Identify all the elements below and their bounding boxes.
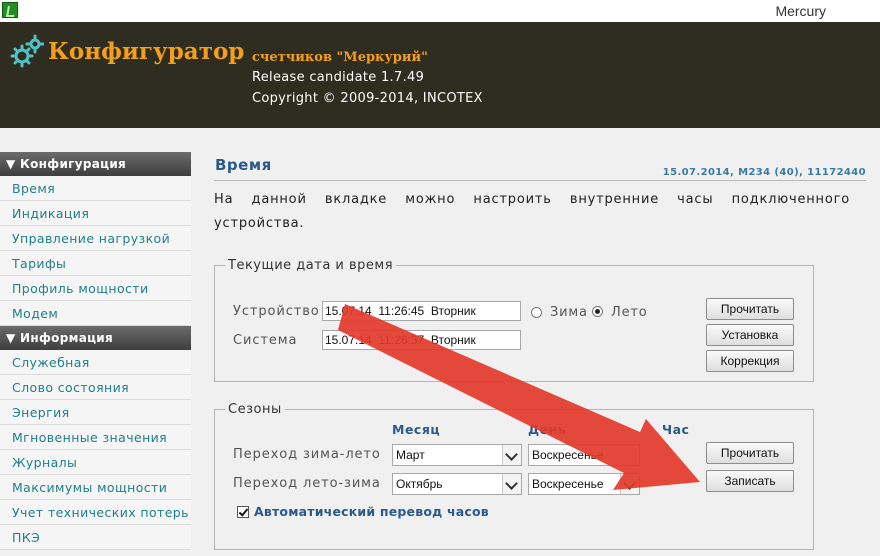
winter-summer-month-select[interactable]: Март <box>392 444 522 466</box>
device-label: Устройство <box>233 304 320 319</box>
summer-winter-day-select[interactable]: Воскресенье <box>528 473 640 495</box>
read-time-button[interactable]: Прочитать <box>706 298 794 320</box>
app-title: Конфигуратор <box>48 38 245 65</box>
auto-dst-checkbox[interactable] <box>237 506 249 518</box>
sidebar-item-power-maximums[interactable]: Максимумы мощности <box>0 475 191 500</box>
device-meta: 15.07.2014, M234 (40), 11172440 <box>662 167 866 178</box>
column-month: Месяц <box>392 422 441 437</box>
sidebar-item-modem[interactable]: Модем <box>0 301 191 326</box>
app-icon[interactable] <box>2 2 18 18</box>
sidebar-item-pke[interactable]: ПКЭ <box>0 525 191 550</box>
sidebar-item-instant-values[interactable]: Мгновенные значения <box>0 425 191 450</box>
sidebar-item-service[interactable]: Служебная <box>0 350 191 375</box>
sidebar-item-power-profile[interactable]: Профиль мощности <box>0 276 191 301</box>
gears-icon <box>10 34 44 68</box>
release-text: Release candidate 1.7.49 <box>252 70 425 85</box>
column-hour: Час <box>662 422 690 437</box>
chevron-down-icon[interactable] <box>502 474 521 494</box>
sidebar-item-journals[interactable]: Журналы <box>0 450 191 475</box>
column-day: День <box>528 422 567 437</box>
summer-winter-day-value: Воскресенье <box>532 477 604 491</box>
current-datetime-legend: Текущие дата и время <box>228 258 394 273</box>
app-subtitle: счетчиков "Меркурий" <box>252 50 428 65</box>
radio-winter-label: Зима <box>550 305 588 320</box>
chevron-down-icon[interactable] <box>620 474 639 494</box>
read-seasons-button[interactable]: Прочитать <box>706 442 794 464</box>
radio-winter[interactable] <box>531 307 542 318</box>
summer-winter-month-select[interactable]: Октябрь <box>392 473 522 495</box>
page-description: На данной вкладке можно настроить внутре… <box>214 192 850 231</box>
set-time-button[interactable]: Установка <box>706 324 794 346</box>
winter-summer-day-value: Воскресенье <box>532 448 604 462</box>
sidebar-item-indication[interactable]: Индикация <box>0 201 191 226</box>
radio-summer[interactable] <box>592 306 603 317</box>
sidebar-item-status-word[interactable]: Слово состояния <box>0 375 191 400</box>
radio-summer-label: Лето <box>611 305 648 320</box>
winter-summer-label: Переход зима-лето <box>233 447 381 462</box>
sidebar-item-energy[interactable]: Энергия <box>0 400 191 425</box>
sidebar-section-configuration[interactable]: ▼ Конфигурация <box>0 152 191 176</box>
title-divider <box>214 180 866 181</box>
sidebar-item-load-control[interactable]: Управление нагрузкой <box>0 226 191 251</box>
window-title: Mercury <box>775 3 826 19</box>
sidebar-section-information[interactable]: ▼ Информация <box>0 326 191 350</box>
sidebar-item-tech-losses[interactable]: Учет технических потерь <box>0 500 191 525</box>
system-label: Система <box>233 333 298 348</box>
sidebar: ▼ Конфигурация Время Индикация Управлени… <box>0 152 191 550</box>
summer-winter-label: Переход лето-зима <box>233 476 381 491</box>
page-title: Время <box>215 156 272 174</box>
winter-summer-day-select[interactable]: Воскресенье <box>528 444 640 466</box>
write-seasons-button[interactable]: Записать <box>706 470 794 492</box>
seasons-legend: Сезоны <box>228 402 282 417</box>
device-time-field[interactable]: 15.07.14 11:26:45 Вторник <box>322 301 521 321</box>
winter-summer-month-value: Март <box>396 448 425 462</box>
chevron-down-icon[interactable] <box>502 445 521 465</box>
copyright-text: Copyright © 2009-2014, INCOTEX <box>252 91 483 106</box>
app-header: Конфигуратор счетчиков "Меркурий" Releas… <box>0 22 880 128</box>
auto-dst-label: Автоматический перевод часов <box>254 504 489 519</box>
window-titlebar: Mercury <box>0 0 880 22</box>
sidebar-item-time[interactable]: Время <box>0 176 191 201</box>
summer-winter-month-value: Октябрь <box>396 477 443 491</box>
correct-time-button[interactable]: Коррекция <box>706 350 794 372</box>
system-time-field[interactable]: 15.07.14 11:26:37 Вторник <box>322 330 521 350</box>
sidebar-item-tariffs[interactable]: Тарифы <box>0 251 191 276</box>
